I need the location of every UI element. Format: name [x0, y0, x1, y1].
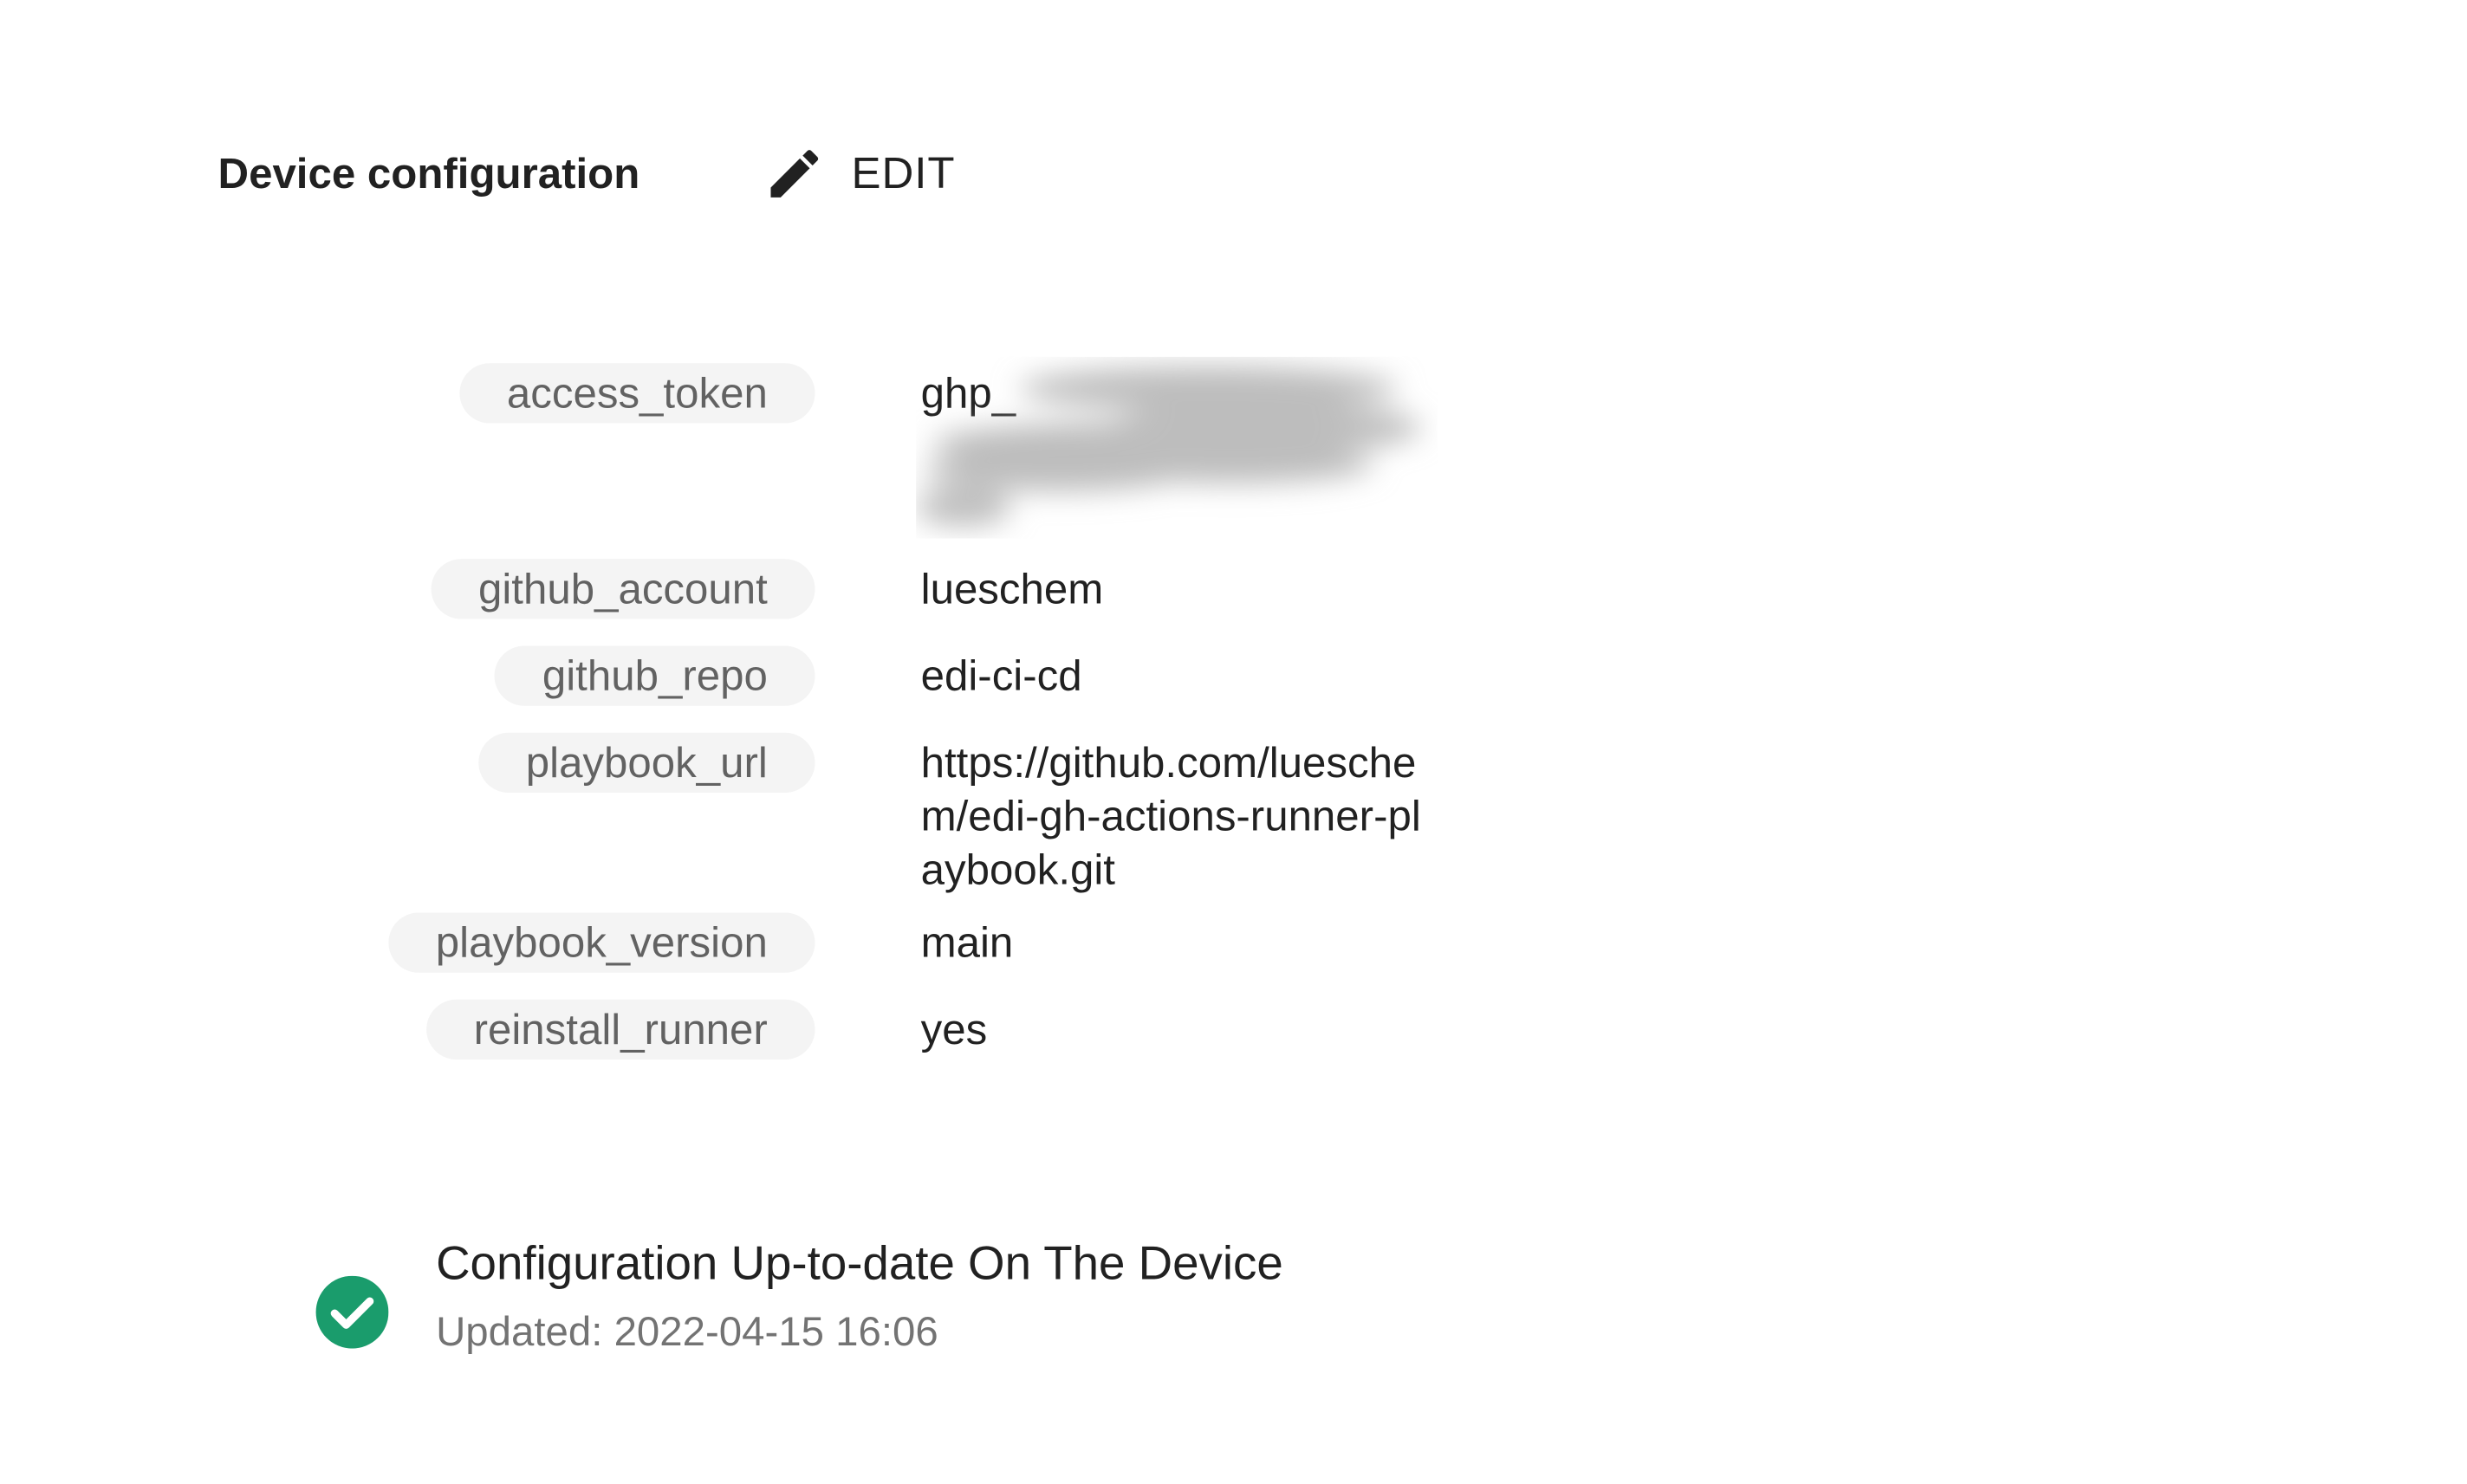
edit-button[interactable]: EDIT [754, 133, 965, 215]
config-value: yes [920, 1006, 988, 1053]
config-value: lueschem [920, 565, 1104, 613]
config-key: playbook_version [388, 912, 815, 973]
sync-status-timestamp: Updated: 2022-04-15 16:06 [436, 1307, 938, 1355]
sync-status-texts: Configuration Up-to-date On The Device U… [436, 1232, 1283, 1358]
config-key: playbook_url [478, 732, 815, 793]
sync-status-title: Configuration Up-to-date On The Device [436, 1237, 1283, 1291]
config-value: main [920, 918, 1014, 967]
config-key: reinstall_runner [425, 999, 815, 1060]
check-circle-icon [315, 1275, 389, 1349]
edit-button-label: EDIT [851, 148, 956, 198]
config-key: github_account [431, 559, 815, 619]
sync-status: Configuration Up-to-date On The Device U… [315, 1232, 1283, 1358]
config-key: access_token [459, 363, 815, 424]
redacted-token-blur [916, 366, 1422, 526]
page-title: Device configuration [217, 149, 640, 197]
config-key: github_repo [495, 645, 815, 706]
header: Device configuration EDIT [218, 133, 965, 215]
device-configuration-panel: Device configuration EDIT access_token g… [0, 0, 2467, 1484]
pencil-icon [770, 150, 819, 198]
config-value: https://github.com/lueschem/edi-gh-actio… [920, 739, 1421, 894]
check-circle-fill [315, 1275, 389, 1349]
config-value: edi-ci-cd [920, 651, 1082, 700]
